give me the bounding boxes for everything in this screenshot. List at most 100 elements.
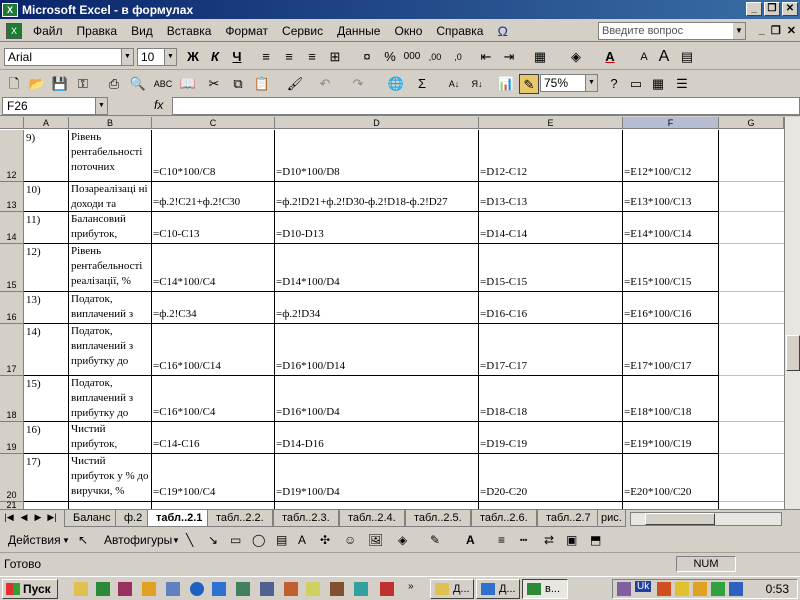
cell-a[interactable]: 14) xyxy=(24,324,69,376)
next-sheet-icon[interactable]: ▶ xyxy=(32,512,44,523)
quick-launch-more-icon[interactable]: » xyxy=(408,581,414,592)
sort-descending-icon[interactable]: Я↓ xyxy=(467,74,487,94)
vertical-scroll-thumb[interactable] xyxy=(786,335,800,371)
quick-launch-app-icon[interactable] xyxy=(118,582,132,596)
menu-edit[interactable]: Правка xyxy=(70,24,125,38)
clipart-icon[interactable]: ☺ xyxy=(344,533,356,547)
last-sheet-icon[interactable]: ▶| xyxy=(46,512,58,523)
cell-d[interactable]: =D10*100/D8 xyxy=(275,130,479,182)
menu-view[interactable]: Вид xyxy=(124,24,160,38)
quick-launch-tool-icon[interactable] xyxy=(142,582,156,596)
arrow-icon[interactable]: ↘ xyxy=(208,533,218,547)
autoshapes-menu[interactable]: Автофигуры xyxy=(104,533,172,547)
help-icon[interactable]: ? xyxy=(604,74,624,94)
cell-g[interactable] xyxy=(719,324,784,376)
cell-e[interactable]: =D13-C13 xyxy=(479,182,623,212)
cell-g[interactable] xyxy=(719,454,784,502)
drawing-icon[interactable]: ✎ xyxy=(519,74,539,94)
tray-speaker-icon[interactable] xyxy=(693,582,707,596)
actions-menu[interactable]: Действия xyxy=(8,533,61,547)
column-header-b[interactable]: B xyxy=(69,117,152,129)
sheet-tab-table-2-6[interactable]: табл..2.6. xyxy=(471,510,537,527)
cell-e[interactable]: =D18-C18 xyxy=(479,376,623,422)
cell-a[interactable]: 9) xyxy=(24,130,69,182)
menu-window[interactable]: Окно xyxy=(387,24,429,38)
row-header[interactable]: 18 xyxy=(0,376,24,422)
name-box[interactable]: F26 ▼ xyxy=(2,97,108,115)
style-icon[interactable]: ▤ xyxy=(677,47,697,67)
align-center-icon[interactable]: ≡ xyxy=(279,47,299,67)
row-header[interactable]: 13 xyxy=(0,182,24,212)
cell-e[interactable]: =D15-C15 xyxy=(479,244,623,292)
font-color-icon[interactable]: A xyxy=(466,533,475,547)
sheet-tab-table-2-2[interactable]: табл..2.2. xyxy=(207,510,273,527)
cell-a[interactable]: 13) xyxy=(24,292,69,324)
font-name-select[interactable]: Arial ▼ xyxy=(4,48,134,66)
merge-center-icon[interactable]: ⊞ xyxy=(325,47,345,67)
select-all-corner[interactable] xyxy=(0,117,24,129)
quick-launch-window-icon[interactable] xyxy=(166,582,180,596)
cell-d[interactable]: =D14*100/D4 xyxy=(275,244,479,292)
chevron-down-icon[interactable]: ▼ xyxy=(172,536,180,545)
cell-d[interactable] xyxy=(275,502,479,509)
dash-style-icon[interactable]: ┅ xyxy=(520,533,527,547)
cell-b[interactable]: Рівень рентабельності поточних xyxy=(69,130,152,182)
row-header[interactable]: 14 xyxy=(0,212,24,244)
decrease-indent-icon[interactable]: ⇤ xyxy=(476,47,496,67)
workbook-icon[interactable]: X xyxy=(6,22,22,39)
wordart-icon[interactable]: A xyxy=(298,533,306,547)
cell-e[interactable]: =D19-C19 xyxy=(479,422,623,454)
increase-font-icon[interactable]: A xyxy=(654,47,674,67)
print-icon[interactable]: ⎙ xyxy=(104,74,124,94)
cell-a[interactable]: 10) xyxy=(24,182,69,212)
row-header[interactable]: 19 xyxy=(0,422,24,454)
decrease-font-icon[interactable]: A xyxy=(634,47,654,67)
cell-e[interactable]: =D20-C20 xyxy=(479,454,623,502)
cell-f[interactable] xyxy=(623,502,719,509)
column-header-f[interactable]: F xyxy=(623,117,719,129)
column-header-e[interactable]: E xyxy=(479,117,623,129)
cell-d[interactable]: =D10-D13 xyxy=(275,212,479,244)
fx-icon[interactable]: fx xyxy=(154,98,163,112)
print-preview-icon[interactable]: 🔍 xyxy=(128,74,148,94)
menu-format[interactable]: Формат xyxy=(218,24,275,38)
zoom-select[interactable]: 75% ▼ xyxy=(540,74,598,92)
cell-c[interactable]: =C10-C13 xyxy=(152,212,275,244)
help-search-input[interactable]: Введите вопрос xyxy=(598,22,746,40)
row-header[interactable]: 17 xyxy=(0,324,24,376)
line-style-icon[interactable]: ≡ xyxy=(498,533,505,547)
select-objects-icon[interactable]: ↖ xyxy=(78,533,88,547)
borders-icon[interactable]: ▦ xyxy=(530,47,550,67)
cell-f[interactable]: =E19*100/C19 xyxy=(623,422,719,454)
cell-b[interactable]: Рівень рентабельності реалізації, % xyxy=(69,244,152,292)
cell-c[interactable]: =C14*100/C4 xyxy=(152,244,275,292)
sheet-tab-table-2-5[interactable]: табл..2.5. xyxy=(405,510,471,527)
align-right-icon[interactable]: ≡ xyxy=(302,47,322,67)
thousands-icon[interactable]: 000 xyxy=(402,47,422,67)
cell-a[interactable]: 15) xyxy=(24,376,69,422)
cell-c[interactable] xyxy=(152,502,275,509)
sheet-tab-f2[interactable]: ф.2 xyxy=(115,510,152,527)
quick-launch-word-icon[interactable] xyxy=(212,582,226,596)
autosum-icon[interactable]: Σ xyxy=(412,74,432,94)
sheet-tab-table-2-1[interactable]: табл..2.1 xyxy=(147,510,212,527)
cell-d[interactable]: =D14-D16 xyxy=(275,422,479,454)
cell-g[interactable] xyxy=(719,502,784,509)
tray-antivirus-icon[interactable] xyxy=(657,582,671,596)
diagram-icon[interactable]: ✣ xyxy=(320,533,330,547)
column-header-g[interactable]: G xyxy=(719,117,784,129)
redo-icon[interactable]: ↷ xyxy=(348,74,368,94)
doc-minimize-button[interactable]: _ xyxy=(759,24,765,37)
tray-network-icon[interactable] xyxy=(675,582,689,596)
cell-c[interactable]: =ф.2!C21+ф.2!C30 xyxy=(152,182,275,212)
column-header-a[interactable]: A xyxy=(24,117,69,129)
sheet-tab-table-2-4[interactable]: табл..2.4. xyxy=(339,510,405,527)
picture-icon[interactable]: 🖼 xyxy=(368,533,383,547)
tray-update-icon[interactable] xyxy=(711,582,725,596)
cell-e[interactable]: =D14-C14 xyxy=(479,212,623,244)
menu-file[interactable]: Файл xyxy=(26,24,70,38)
sheet-tab-table-2-7[interactable]: табл..2.7 xyxy=(537,510,600,527)
list-icon[interactable]: ☰ xyxy=(672,74,692,94)
column-header-d[interactable]: D xyxy=(275,117,479,129)
cell-f[interactable]: =E12*100/C12 xyxy=(623,130,719,182)
